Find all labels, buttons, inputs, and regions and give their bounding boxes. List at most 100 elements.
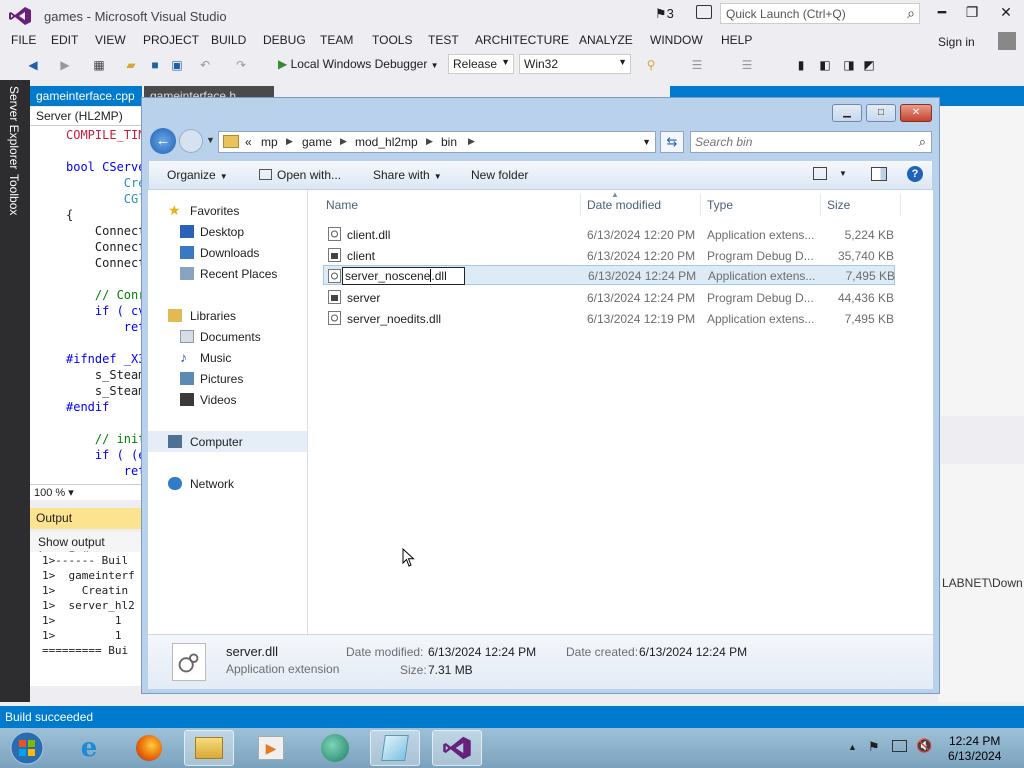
- search-input[interactable]: [695, 134, 905, 150]
- nav-computer[interactable]: Computer: [148, 431, 307, 452]
- breadcrumb-mod-hl2mp[interactable]: mod_hl2mp: [355, 135, 418, 149]
- nav-network[interactable]: Network: [148, 473, 307, 494]
- system-clock[interactable]: 12:24 PM 6/13/2024: [948, 734, 1001, 764]
- close-button[interactable]: ✕: [992, 4, 1020, 21]
- clear-bookmarks-icon[interactable]: ◩: [862, 58, 876, 72]
- dialog-minimize-button[interactable]: ▁: [832, 104, 862, 122]
- taskbar-notepad[interactable]: [370, 730, 420, 766]
- menu-debug[interactable]: DEBUG: [263, 33, 306, 47]
- taskbar-media-player[interactable]: ▶: [246, 730, 296, 766]
- menu-view[interactable]: VIEW: [95, 33, 126, 47]
- menu-edit[interactable]: EDIT: [51, 33, 78, 47]
- output-log[interactable]: 1>------ Buil 1> gameinterf 1> Creatin 1…: [30, 552, 142, 686]
- find-in-files-icon[interactable]: ⚲: [644, 58, 658, 72]
- save-all-icon[interactable]: ▣: [170, 58, 184, 72]
- dialog-maximize-button[interactable]: □: [866, 104, 896, 122]
- breadcrumb-overflow[interactable]: «: [245, 135, 252, 149]
- recent-pages-dropdown[interactable]: ▼: [206, 135, 215, 145]
- file-row[interactable]: client 6/13/2024 12:20 PM Program Debug …: [324, 245, 896, 265]
- save-icon[interactable]: ■: [148, 58, 162, 72]
- sign-in-link[interactable]: Sign in: [938, 35, 975, 49]
- address-history-dropdown[interactable]: ▼: [642, 137, 651, 147]
- start-debugging-button[interactable]: ▶ Local Windows Debugger ▼: [278, 57, 439, 71]
- taskbar-windows-explorer[interactable]: [184, 730, 234, 766]
- breadcrumb-mp[interactable]: mp: [261, 135, 278, 149]
- output-source-select[interactable]: Show output from: Buil: [30, 532, 142, 563]
- breadcrumb-separator[interactable]: ▶: [468, 136, 475, 147]
- column-header-date[interactable]: Date modified: [587, 198, 661, 212]
- new-project-icon[interactable]: ▦: [92, 58, 106, 72]
- navigate-forward-icon[interactable]: ▶: [58, 58, 72, 72]
- column-divider[interactable]: [820, 194, 821, 216]
- address-bar[interactable]: « mp ▶ game ▶ mod_hl2mp ▶ bin ▶ ▼: [218, 131, 656, 153]
- tab-gameinterface-cpp[interactable]: gameinterface.cpp: [30, 86, 142, 106]
- dialog-close-button[interactable]: ✕: [900, 104, 932, 122]
- align-icon[interactable]: ☰: [690, 58, 704, 72]
- file-row[interactable]: server 6/13/2024 12:24 PM Program Debug …: [324, 287, 896, 307]
- organize-button[interactable]: Organize ▼: [167, 168, 228, 182]
- toolbox-tab[interactable]: Toolbox: [7, 174, 21, 215]
- bookmark-icon[interactable]: ▮: [794, 58, 808, 72]
- menu-help[interactable]: HELP: [721, 33, 752, 47]
- menu-tools[interactable]: TOOLS: [372, 33, 412, 47]
- column-divider[interactable]: [580, 194, 581, 216]
- nav-favorites[interactable]: ★ Favorites: [148, 200, 307, 221]
- taskbar-visual-studio[interactable]: [432, 730, 482, 766]
- action-center-flag-icon[interactable]: ⚑: [868, 739, 880, 755]
- file-row[interactable]: client.dll 6/13/2024 12:20 PM Applicatio…: [324, 224, 896, 244]
- nav-music[interactable]: ♪ Music: [148, 347, 307, 368]
- project-scope-dropdown[interactable]: Server (HL2MP): [30, 107, 142, 126]
- help-icon[interactable]: ?: [907, 166, 923, 182]
- rename-input[interactable]: server_noscene.dll: [342, 267, 465, 285]
- breadcrumb-game[interactable]: game: [302, 135, 332, 149]
- breadcrumb-separator[interactable]: ▶: [340, 136, 347, 147]
- redo-icon[interactable]: ↷: [234, 58, 248, 72]
- feedback-icon[interactable]: [696, 5, 712, 19]
- taskbar-app[interactable]: [310, 730, 360, 766]
- notifications-flag[interactable]: ⚑3: [655, 6, 674, 22]
- indent-icon[interactable]: ☰: [740, 58, 754, 72]
- code-editor[interactable]: COMPILE_TIM bool CServe Cre CGl { Connec…: [30, 126, 142, 484]
- zoom-level-select[interactable]: 100 % ▾: [30, 484, 142, 500]
- quick-launch-input[interactable]: Quick Launch (Ctrl+Q) ⌕: [720, 3, 920, 24]
- menu-analyze[interactable]: ANALYZE: [579, 33, 633, 47]
- nav-documents[interactable]: Documents: [148, 326, 307, 347]
- column-header-name[interactable]: Name: [326, 198, 358, 212]
- menu-team[interactable]: TEAM: [320, 33, 353, 47]
- menu-file[interactable]: FILE: [11, 33, 36, 47]
- solution-config-select[interactable]: Release ▼: [448, 54, 514, 74]
- next-bookmark-icon[interactable]: ◨: [842, 58, 856, 72]
- volume-muted-icon[interactable]: 🔇: [916, 738, 932, 754]
- breadcrumb-separator[interactable]: ▶: [426, 136, 433, 147]
- navigate-back-icon[interactable]: ◀: [26, 58, 40, 72]
- solution-explorer-panel[interactable]: [938, 106, 1024, 416]
- account-avatar-icon[interactable]: [998, 32, 1016, 50]
- menu-architecture[interactable]: ARCHITECTURE: [475, 33, 569, 47]
- preview-pane-icon[interactable]: [871, 167, 887, 181]
- solution-platform-select[interactable]: Win32 ▼: [519, 54, 631, 74]
- column-header-type[interactable]: Type: [707, 198, 733, 212]
- start-button[interactable]: [2, 730, 52, 766]
- taskbar-firefox[interactable]: [124, 730, 174, 766]
- share-with-button[interactable]: Share with ▼: [373, 168, 442, 182]
- menu-test[interactable]: TEST: [428, 33, 459, 47]
- menu-build[interactable]: BUILD: [211, 33, 246, 47]
- output-panel-header[interactable]: Output: [30, 508, 142, 529]
- nav-recent-places[interactable]: Recent Places: [148, 263, 307, 284]
- change-view-icon[interactable]: [813, 167, 827, 180]
- minimize-button[interactable]: ━: [928, 4, 956, 21]
- refresh-button[interactable]: ⇆: [660, 131, 684, 153]
- view-options-dropdown[interactable]: ▼: [839, 169, 847, 178]
- nav-pictures[interactable]: Pictures: [148, 368, 307, 389]
- show-hidden-icons[interactable]: ▲: [848, 742, 857, 752]
- column-divider[interactable]: [700, 194, 701, 216]
- new-folder-button[interactable]: New folder: [471, 168, 528, 182]
- forward-button[interactable]: [179, 129, 203, 153]
- menu-window[interactable]: WINDOW: [650, 33, 703, 47]
- breadcrumb-bin[interactable]: bin: [441, 135, 457, 149]
- column-header-size[interactable]: Size: [827, 198, 850, 212]
- back-button[interactable]: ←: [150, 128, 176, 154]
- nav-videos[interactable]: Videos: [148, 389, 307, 410]
- file-row-selected[interactable]: server_noscene.dll 6/13/2024 12:24 PM Ap…: [323, 265, 895, 285]
- undo-icon[interactable]: ↶: [198, 58, 212, 72]
